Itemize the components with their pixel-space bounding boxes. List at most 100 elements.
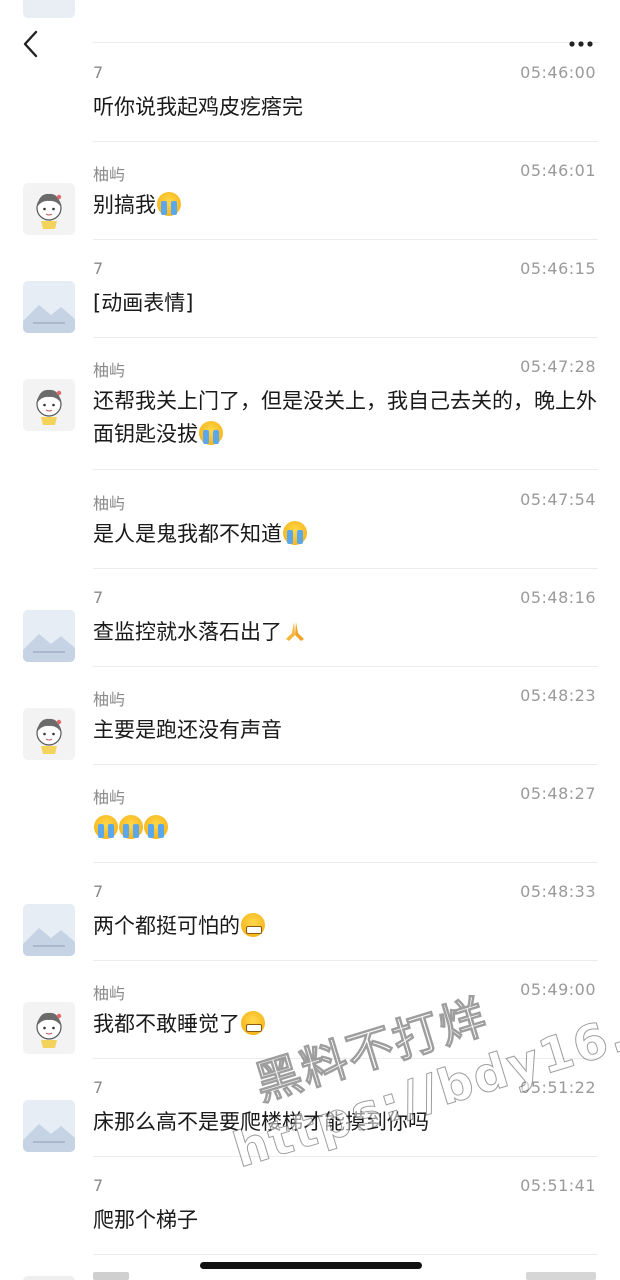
loudly-crying-emoji-icon	[144, 815, 168, 839]
avatar-landscape[interactable]	[23, 904, 75, 956]
sender-name: 7	[93, 588, 104, 607]
message-divider	[93, 960, 598, 961]
avatar-girl[interactable]	[23, 1002, 75, 1054]
message-time: 05:49:00	[520, 980, 596, 999]
sender-name: 7	[93, 882, 104, 901]
message-item[interactable]: 7 05:48:16 查监控就水落石出了	[0, 588, 620, 666]
message-divider	[93, 239, 598, 240]
sender-name: 7	[93, 1078, 104, 1097]
sender-name: 7	[93, 259, 104, 278]
message-text: [动画表情]	[93, 287, 600, 320]
girl-avatar-icon	[36, 389, 62, 425]
avatar-landscape[interactable]	[23, 610, 75, 662]
partial-avatar	[23, 1276, 75, 1280]
message-divider	[93, 469, 598, 470]
loudly-crying-emoji-icon	[94, 815, 118, 839]
message-text-content: 听你说我起鸡皮疙瘩完	[93, 95, 303, 119]
message-divider	[93, 1058, 598, 1059]
avatar-girl[interactable]	[23, 708, 75, 760]
message-item[interactable]: 柚屿 05:49:00 我都不敢睡觉了	[0, 980, 620, 1058]
message-text-content: 是人是鬼我都不知道	[93, 522, 282, 546]
girl-avatar-icon	[36, 1012, 62, 1048]
message-time: 05:47:54	[520, 490, 596, 509]
message-text-content: 爬那个梯子	[93, 1208, 198, 1232]
message-text: 床那么高不是要爬楼梯才能摸到你吗	[93, 1106, 600, 1139]
message-time: 05:48:33	[520, 882, 596, 901]
landscape-avatar-icon	[23, 610, 75, 662]
message-item[interactable]: 柚屿 05:47:54 是人是鬼我都不知道	[0, 490, 620, 568]
message-divider	[93, 862, 598, 863]
message-time: 05:48:16	[520, 588, 596, 607]
avatar-girl[interactable]	[23, 379, 75, 431]
message-divider	[93, 42, 598, 43]
loudly-crying-emoji-icon	[157, 192, 181, 216]
message-text: 两个都挺可怕的	[93, 910, 600, 943]
message-item[interactable]: 7 05:46:15 [动画表情]	[0, 259, 620, 337]
grimacing-emoji-icon	[241, 913, 265, 937]
message-item[interactable]: 7 05:51:22 床那么高不是要爬楼梯才能摸到你吗	[0, 1078, 620, 1156]
message-text-content: [动画表情]	[93, 291, 194, 315]
avatar-landscape[interactable]	[23, 1100, 75, 1152]
message-text: 别搞我	[93, 189, 600, 222]
message-item[interactable]: 7 05:51:41 爬那个梯子	[0, 1176, 620, 1254]
message-text: 听你说我起鸡皮疙瘩完	[93, 91, 600, 124]
message-divider	[93, 1156, 598, 1157]
message-text: 爬那个梯子	[93, 1204, 600, 1237]
message-divider	[93, 141, 598, 142]
sender-name: 柚屿	[93, 361, 126, 380]
message-text: 查监控就水落石出了	[93, 616, 600, 649]
message-text-content: 别搞我	[93, 193, 156, 217]
partial-message-time	[526, 1272, 596, 1280]
message-divider	[93, 337, 598, 338]
message-item[interactable]: 7 05:46:00 听你说我起鸡皮疙瘩完	[0, 63, 620, 141]
sender-name: 7	[93, 63, 104, 82]
girl-avatar-icon	[36, 193, 62, 229]
avatar-girl[interactable]	[23, 183, 75, 235]
message-text-content: 查监控就水落石出了	[93, 620, 282, 644]
message-item[interactable]: 柚屿 05:48:27	[0, 784, 620, 862]
sender-name: 柚屿	[93, 788, 126, 807]
message-divider	[93, 666, 598, 667]
sender-name: 7	[93, 1176, 104, 1195]
message-text-content: 床那么高不是要爬楼梯才能摸到你吗	[93, 1110, 429, 1134]
message-time: 05:46:01	[520, 161, 596, 180]
message-time: 05:46:15	[520, 259, 596, 278]
message-text-content: 主要是跑还没有声音	[93, 718, 282, 742]
loudly-crying-emoji-icon	[199, 421, 223, 445]
message-text: 是人是鬼我都不知道	[93, 518, 600, 551]
chevron-left-icon	[23, 30, 38, 58]
chat-history-screen: 7 05:46:00 听你说我起鸡皮疙瘩完 柚屿 05:46:01 别搞我 7 …	[0, 0, 620, 1280]
back-button[interactable]	[14, 26, 50, 62]
partial-sender-name	[93, 1272, 129, 1280]
message-item[interactable]: 柚屿 05:47:28 还帮我关上门了，但是没关上，我自己去关的，晚上外面钥匙没…	[0, 357, 620, 469]
partial-avatar	[23, 0, 75, 18]
landscape-avatar-icon	[23, 281, 75, 333]
sender-name: 柚屿	[93, 984, 126, 1003]
message-time: 05:51:22	[520, 1078, 596, 1097]
landscape-avatar-icon	[23, 1100, 75, 1152]
sender-name: 柚屿	[93, 494, 126, 513]
landscape-avatar-icon	[23, 904, 75, 956]
message-time: 05:47:28	[520, 357, 596, 376]
avatar-landscape[interactable]	[23, 281, 75, 333]
message-text-content: 我都不敢睡觉了	[93, 1012, 240, 1036]
message-time: 05:46:00	[520, 63, 596, 82]
sender-name: 柚屿	[93, 165, 126, 184]
message-text: 主要是跑还没有声音	[93, 714, 600, 747]
grimacing-emoji-icon	[241, 1011, 265, 1035]
folded-hands-emoji-icon	[283, 619, 307, 643]
home-indicator[interactable]	[200, 1262, 422, 1269]
sender-name: 柚屿	[93, 690, 126, 709]
message-item[interactable]: 柚屿 05:48:23 主要是跑还没有声音	[0, 686, 620, 764]
message-text	[93, 812, 600, 845]
message-divider	[93, 568, 598, 569]
girl-avatar-icon	[36, 718, 62, 754]
message-item[interactable]: 柚屿 05:46:01 别搞我	[0, 161, 620, 239]
message-text-content: 两个都挺可怕的	[93, 914, 240, 938]
more-button[interactable]	[566, 32, 600, 56]
loudly-crying-emoji-icon	[119, 815, 143, 839]
message-divider	[93, 764, 598, 765]
message-item[interactable]: 7 05:48:33 两个都挺可怕的	[0, 882, 620, 960]
message-time: 05:51:41	[520, 1176, 596, 1195]
message-divider	[93, 1254, 598, 1255]
